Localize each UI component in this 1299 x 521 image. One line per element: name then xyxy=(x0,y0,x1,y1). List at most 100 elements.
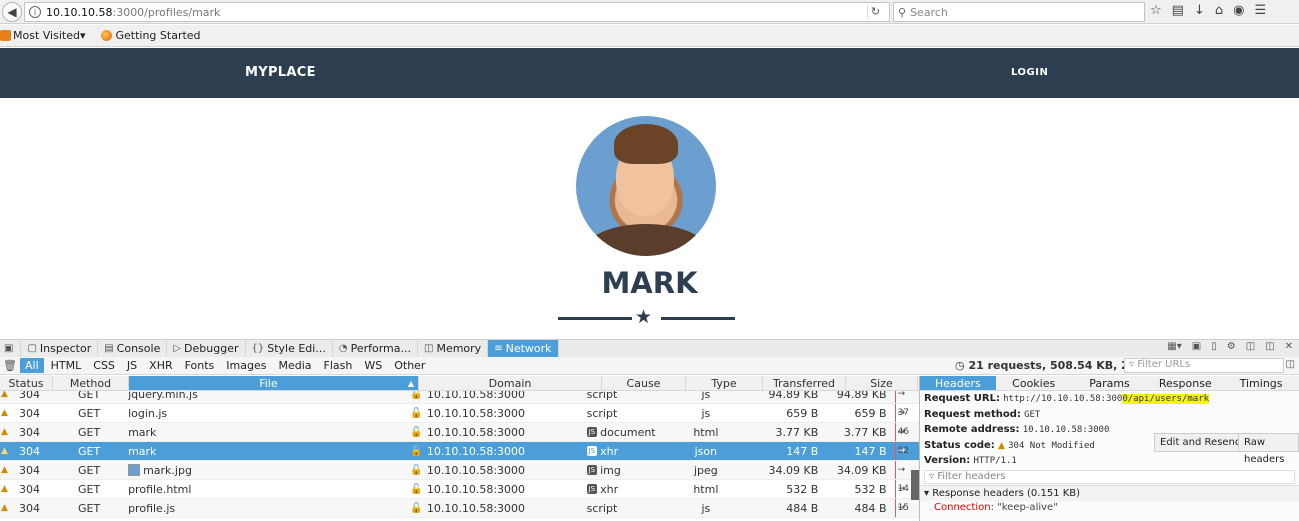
filter-html[interactable]: HTML xyxy=(46,358,87,373)
url-bar[interactable]: i 10.10.10.58:3000/profiles/mark ↻ xyxy=(24,2,890,22)
filter-ws[interactable]: WS xyxy=(359,358,387,373)
tab-style-editor[interactable]: {} Style Edi... xyxy=(246,339,333,358)
info-icon[interactable]: i xyxy=(29,6,41,18)
download-icon[interactable]: ↓ xyxy=(1194,3,1205,18)
filter-media[interactable]: Media xyxy=(273,358,316,373)
tab-network[interactable]: ≡ Network xyxy=(488,339,559,358)
close-icon[interactable]: ✕ xyxy=(1285,341,1293,352)
filter-images[interactable]: Images xyxy=(221,358,271,373)
bookmark-star-icon[interactable]: ☆ xyxy=(1150,3,1162,18)
cell-type: jpeg xyxy=(693,464,718,477)
filter-fonts[interactable]: Fonts xyxy=(180,358,220,373)
tab-label: Inspector xyxy=(39,342,92,355)
tab-memory[interactable]: ◫ Memory xyxy=(418,339,489,358)
cell-status: 304 xyxy=(19,464,40,477)
col-domain[interactable]: Domain xyxy=(419,376,602,390)
toggle-sidebar-icon[interactable]: ◫ xyxy=(1286,359,1295,370)
cell-type: html xyxy=(693,426,719,439)
bookmark-most-visited[interactable]: Most Visited ▾ xyxy=(0,29,85,42)
col-file[interactable]: File ▲ xyxy=(129,376,419,390)
cell-type: json xyxy=(694,445,718,458)
responsive-icon[interactable]: ▯ xyxy=(1211,341,1217,352)
home-icon[interactable]: ⌂ xyxy=(1215,3,1223,18)
filter-other[interactable]: Other xyxy=(389,358,430,373)
table-row[interactable]: ▲ 304 GET profile.js 🔓 10.10.10.58:3000 sc… xyxy=(0,499,919,518)
tab-headers[interactable]: Headers xyxy=(920,376,996,390)
table-row[interactable]: ▲ 304 GET mark.jpg 🔓 10.10.10.58:3000 JS im… xyxy=(0,461,919,494)
table-row[interactable]: ▲ 304 GET jquery.min.js 🔓 10.10.10.58:3000… xyxy=(0,391,919,418)
trash-icon[interactable]: 🗑 xyxy=(0,359,20,372)
console-icon: ▤ xyxy=(104,343,114,354)
tab-cookies[interactable]: Cookies xyxy=(996,376,1072,390)
filter-headers-input[interactable]: ▿ Filter headers xyxy=(924,469,1295,484)
col-type[interactable]: Type xyxy=(686,376,763,390)
insecure-lock-icon: 🔓 xyxy=(410,483,423,495)
col-cause[interactable]: Cause xyxy=(602,376,686,390)
insecure-lock-icon: 🔓 xyxy=(410,502,423,514)
frame-select-icon[interactable]: ▦▾ xyxy=(1167,341,1181,352)
pocket-icon[interactable]: ◉ xyxy=(1233,3,1244,18)
tab-console[interactable]: ▤ Console xyxy=(98,339,168,358)
response-headers-section[interactable]: ▾ Response headers (0.151 KB) xyxy=(920,484,1299,501)
insecure-lock-icon: 🔓 xyxy=(410,391,423,400)
cell-domain: 10.10.10.58:3000 xyxy=(426,501,526,515)
table-row[interactable]: ▲ 304 GET mark 🔓 10.10.10.58:3000 JS docume… xyxy=(0,423,919,456)
search-input[interactable]: ⚲ Search xyxy=(893,2,1145,22)
scratchpad-icon[interactable]: ▣ xyxy=(1192,341,1201,352)
site-brand[interactable]: MYPLACE xyxy=(245,65,316,80)
dock-icon[interactable]: ◫ xyxy=(1246,341,1255,352)
warning-icon: ▲ xyxy=(1,503,8,513)
split-console-icon[interactable]: ◫ xyxy=(1265,341,1274,352)
tab-debugger[interactable]: ▷ Debugger xyxy=(167,339,246,358)
cell-transferred: 147 B xyxy=(786,445,819,458)
tab-response[interactable]: Response xyxy=(1147,376,1223,390)
cell-cause: document xyxy=(600,425,656,439)
cell-timing: → 15 xyxy=(894,442,919,475)
cell-timing: → 37 xyxy=(894,391,919,418)
filter-css[interactable]: CSS xyxy=(88,358,120,373)
raw-headers-button[interactable]: Raw headers xyxy=(1238,433,1299,465)
col-status[interactable]: Status xyxy=(0,376,53,390)
edit-resend-button[interactable]: Edit and Resend xyxy=(1154,433,1248,452)
method-label: Request method: xyxy=(924,408,1021,420)
login-link[interactable]: LOGIN xyxy=(1011,67,1048,78)
back-arrow-icon[interactable]: ◀ xyxy=(2,2,22,22)
bookmark-getting-started[interactable]: Getting Started xyxy=(95,29,201,42)
debugger-icon: ▷ xyxy=(173,343,182,354)
warning-icon: ▲ xyxy=(1,446,8,456)
filter-icon: ▿ xyxy=(1129,359,1138,370)
reading-list-icon[interactable]: ▤ xyxy=(1172,3,1184,18)
table-row[interactable]: ▲ 304 GET login.js 🔓 10.10.10.58:3000 scri… xyxy=(0,404,919,437)
filter-all[interactable]: All xyxy=(20,358,44,373)
tab-params[interactable]: Params xyxy=(1072,376,1148,390)
filter-urls-input[interactable]: ▿ Filter URLs xyxy=(1124,358,1284,373)
col-transferred[interactable]: Transferred xyxy=(763,376,846,390)
col-method[interactable]: Method xyxy=(53,376,129,390)
cell-type: js xyxy=(701,502,711,515)
tab-timings[interactable]: Timings xyxy=(1223,376,1299,390)
filter-js[interactable]: JS xyxy=(122,358,142,373)
menu-icon[interactable]: ☰ xyxy=(1254,3,1266,18)
reload-icon[interactable]: ↻ xyxy=(867,5,883,19)
filter-flash[interactable]: Flash xyxy=(319,358,358,373)
devtools-pick-icon[interactable]: ▣ xyxy=(0,339,22,358)
cell-transferred: 532 B xyxy=(786,483,819,496)
filter-xhr[interactable]: XHR xyxy=(144,358,177,373)
bookmarks-bar: Most Visited ▾ Getting Started xyxy=(0,25,1299,47)
tab-performance[interactable]: ◔ Performa... xyxy=(333,339,418,358)
table-row[interactable]: ▲ 304 GET profile.html 🔓 10.10.10.58:3000 … xyxy=(0,480,919,513)
cell-status: 304 xyxy=(19,502,40,515)
warning-icon: ▲ xyxy=(998,440,1005,451)
js-badge-icon: JS xyxy=(586,484,598,494)
cell-domain: 10.10.10.58:3000 xyxy=(426,482,526,496)
avatar-shirt xyxy=(586,224,706,256)
request-list-scrollbar[interactable] xyxy=(911,470,919,500)
tab-inspector[interactable]: ▢ Inspector xyxy=(21,339,99,358)
tab-label: Style Edi... xyxy=(267,342,326,355)
tab-label: Debugger xyxy=(184,342,239,355)
connection-value: "keep-alive" xyxy=(997,501,1058,513)
site-navbar: MYPLACE LOGIN xyxy=(0,48,1299,98)
table-row-selected[interactable]: ▲ 304 GET mark 🔓 10.10.10.58:3000 JS xhr js… xyxy=(0,442,919,475)
col-size[interactable]: Size xyxy=(846,376,918,390)
settings-gear-icon[interactable]: ⚙ xyxy=(1227,341,1236,352)
